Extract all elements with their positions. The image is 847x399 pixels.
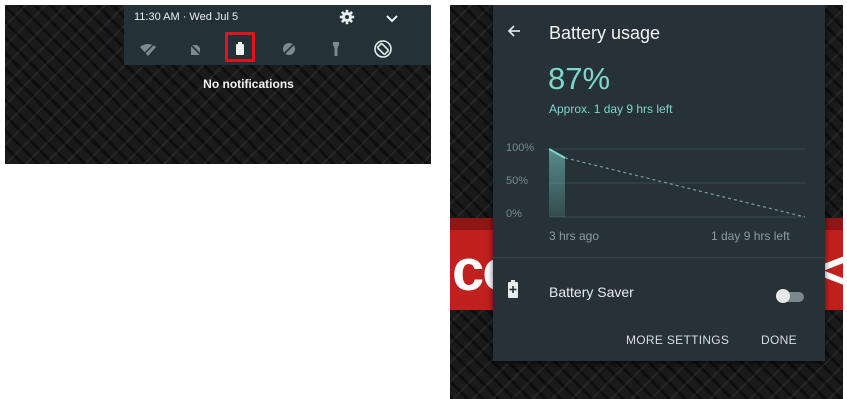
no-notifications-text: No notifications [203,77,294,91]
status-time-date: 11:30 AM · Wed Jul 5 [134,11,239,23]
x-tick-label-end: 1 day 9 hrs left [711,229,790,243]
back-arrow-icon[interactable] [507,24,521,43]
dialog-title: Battery usage [549,23,661,43]
notification-shade-screenshot: 11:30 AM · Wed Jul 5 No notifications [5,5,431,164]
x-tick-label-start: 3 hrs ago [549,229,600,243]
battery-usage-dialog: Battery usage 87% Approx. 1 day 9 hrs le… [493,5,825,361]
battery-saver-icon [507,280,519,303]
usage-area [549,149,565,217]
battery-saver-label: Battery Saver [549,284,634,300]
projection-line [564,157,806,218]
expand-chevron-down-icon[interactable] [386,11,398,29]
dialog-divider [493,257,825,258]
background-bottom [450,361,843,399]
quick-settings-panel: 11:30 AM · Wed Jul 5 [124,5,431,65]
battery-tile-highlight [225,32,255,62]
more-settings-button[interactable]: MORE SETTINGS [626,333,729,347]
battery-dialog-screenshot: co < Battery usage 87% Approx. 1 day 9 h… [450,5,843,399]
wifi-icon[interactable] [138,39,158,59]
done-button[interactable]: DONE [761,333,797,347]
settings-gear-icon[interactable] [339,9,355,30]
notifications-off-icon[interactable] [185,39,205,59]
toggle-thumb [776,289,790,303]
battery-usage-chart [548,148,806,218]
do-not-disturb-icon[interactable] [279,39,299,59]
flashlight-icon[interactable] [326,39,346,59]
battery-estimate: Approx. 1 day 9 hrs left [549,102,673,116]
auto-rotate-icon[interactable] [373,39,393,59]
battery-percent: 87% [548,61,611,96]
battery-saver-toggle[interactable] [776,289,804,303]
